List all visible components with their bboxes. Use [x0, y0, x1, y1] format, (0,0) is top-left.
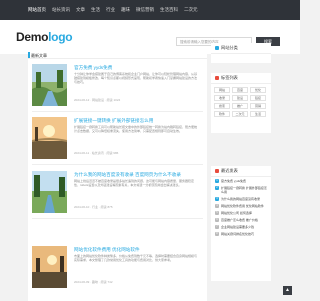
recent-item-title[interactable]: 百度推广怎么收费 推广价格 [221, 218, 258, 222]
article-summary: 市面上的网站优化软件种类繁多，价格从免费到数千元不等，选择时需要结合自身网站规模… [74, 254, 198, 263]
sidebar-categories-title: 网站分类 [221, 45, 238, 50]
nav-item-encyclopedia[interactable]: 生活百科 [160, 7, 178, 13]
nav-item-home[interactable]: 网站首页 [28, 7, 46, 13]
tag-list: 网站 百度 优化 收录 建设 链接 搜索 推广 营销 软件 二次元 生活 [211, 84, 271, 120]
nav-item-wechat[interactable]: 微信营销 [136, 7, 154, 13]
article-title[interactable]: 官方免费 yyds免费 [74, 65, 112, 71]
nav-item-news[interactable]: 站长资讯 [52, 7, 70, 13]
top-navigation: 网站首页 站长资讯 文章 生活 行业 趣味 微信营销 生活百科 二次元 [0, 0, 300, 20]
article-item[interactable]: 网站优化软件费用 优化网站软件 市面上的网站优化软件种类繁多，价格从免费到数千元… [32, 246, 202, 296]
recent-item[interactable]: 8 网站关键词排名优化技巧 [215, 232, 267, 236]
tag-item[interactable]: 搜索 [214, 103, 230, 109]
article-summary: 扩展链接一键转换工具可以帮助站长把文章中的外部链接统一转换为站内跳转链接，既方便… [74, 125, 198, 134]
article-title[interactable]: 扩展链接一键转换 扩展外部链接怎么用 [74, 118, 153, 124]
nav-item-acg[interactable]: 二次元 [184, 7, 198, 13]
tag-icon [215, 76, 219, 80]
tag-item[interactable]: 营销 [250, 103, 266, 109]
back-to-top-button[interactable]: ▲ [283, 286, 292, 295]
rank-badge: 7 [215, 225, 219, 229]
article-thumbnail[interactable] [32, 64, 67, 106]
tag-item[interactable]: 链接 [250, 95, 266, 101]
article-summary: 十分钟让你学会搭建属于自己的博客系统和企业门户网站，让你可以轻松管理网站内容，从… [74, 72, 198, 85]
rank-badge: 1 [215, 179, 219, 183]
rank-badge: 6 [215, 218, 219, 222]
tag-item[interactable]: 软件 [214, 111, 230, 117]
recent-item[interactable]: 2 扩展链接一键转换 扩展外部链接怎么用 [215, 186, 267, 194]
sidebar-tags-title: 标签列表 [221, 75, 238, 80]
recent-item-title[interactable]: 网站优化公司 如何选择 [221, 211, 252, 215]
article-item[interactable]: 扩展链接一键转换 扩展外部链接怎么用 扩展链接一键转换工具可以帮助站长把文章中的… [32, 117, 202, 167]
logo-main: Demo [16, 30, 49, 44]
nav-item-articles[interactable]: 文章 [76, 7, 85, 13]
recent-item-title[interactable]: 官方免费 yyds免费 [221, 179, 246, 183]
sidebar-recent-title: 最近发表 [221, 168, 238, 173]
sidebar-recent-header: 最近发表 [211, 166, 271, 177]
clock-icon [215, 169, 219, 173]
tag-item[interactable]: 网站 [214, 87, 230, 93]
recent-item-title[interactable]: 扩展链接一键转换 扩展外部链接怎么用 [221, 186, 267, 194]
rank-badge: 2 [215, 186, 219, 190]
tag-item[interactable]: 推广 [232, 103, 248, 109]
tag-item[interactable]: 优化 [250, 87, 266, 93]
article-title[interactable]: 网站优化软件费用 优化网站软件 [74, 247, 140, 253]
sidebar-tags-header: 标签列表 [211, 73, 271, 84]
site-logo[interactable]: Demologo [16, 30, 73, 44]
article-title[interactable]: 为什么我的网站百度没有收录 百度网页为什么不收录 [74, 172, 181, 178]
article-thumbnail[interactable] [32, 246, 67, 288]
recent-item[interactable]: 7 企业网站建设需要多少钱 [215, 225, 267, 229]
recent-item-title[interactable]: 网站关键词排名优化技巧 [221, 232, 254, 236]
divider [32, 164, 203, 165]
article-meta: 2024-06-10 · 行业 · 阅读 875 [74, 205, 113, 209]
main-content: 最新文章 官方免费 yyds免费 十分钟让你学会搭建属于自己的博客系统和企业门户… [28, 51, 207, 301]
tag-item[interactable]: 建设 [232, 95, 248, 101]
recent-item-title[interactable]: 为什么我的网站百度没有收录 [221, 197, 260, 201]
recent-item[interactable]: 4 网站优化软件费用 优化网站软件 [215, 204, 267, 208]
grid-icon [215, 46, 219, 50]
sidebar-recent: 最近发表 1 官方免费 yyds免费 2 扩展链接一键转换 扩展外部链接怎么用 3为… [211, 166, 271, 281]
sidebar-categories: 网站分类 [211, 43, 271, 63]
rank-badge: 3 [215, 197, 219, 201]
recent-item-title[interactable]: 企业网站建设需要多少钱 [221, 225, 254, 229]
tag-item[interactable]: 百度 [232, 87, 248, 93]
recent-list: 1 官方免费 yyds免费 2 扩展链接一键转换 扩展外部链接怎么用 3 为什么我的网… [211, 177, 271, 241]
recent-item[interactable]: 5 网站优化公司 如何选择 [215, 211, 267, 215]
article-thumbnail[interactable] [32, 117, 67, 159]
article-item[interactable]: 为什么我的网站百度没有收录 百度网页为什么不收录 网站上线后迟迟不被百度收录是很… [32, 171, 202, 221]
sidebar-categories-header: 网站分类 [211, 43, 271, 54]
rank-badge: 4 [215, 204, 219, 208]
recent-item[interactable]: 6 百度推广怎么收费 推广价格 [215, 218, 267, 222]
rank-badge: 5 [215, 211, 219, 215]
recent-item-title[interactable]: 网站优化软件费用 优化网站软件 [221, 204, 264, 208]
article-summary: 网站上线后迟迟不被百度收录是很多站长遇到的问题，这可能与网站内容质量、服务器稳定… [74, 179, 195, 188]
sidebar-tags: 标签列表 网站 百度 优化 收录 建设 链接 搜索 推广 营销 软件 二次元 生… [211, 73, 271, 133]
divider [32, 218, 203, 219]
article-item[interactable]: 官方免费 yyds免费 十分钟让你学会搭建属于自己的博客系统和企业门户网站，让你… [32, 64, 202, 114]
article-meta: 2024-06-11 · 站长资讯 · 阅读 986 [74, 151, 119, 155]
article-meta: 2024-06-12 · 网站建设 · 阅读 1024 [74, 98, 121, 102]
nav-item-fun[interactable]: 趣味 [121, 7, 130, 13]
divider [32, 111, 203, 112]
recent-item[interactable]: 3 为什么我的网站百度没有收录 [215, 197, 267, 201]
tag-item[interactable]: 收录 [214, 95, 230, 101]
nav-item-life[interactable]: 生活 [91, 7, 100, 13]
article-meta: 2024-06-09 · 趣味 · 阅读 742 [74, 280, 113, 284]
logo-accent: logo [48, 30, 73, 44]
recent-item[interactable]: 1 官方免费 yyds免费 [215, 179, 267, 183]
nav-item-industry[interactable]: 行业 [106, 7, 115, 13]
rank-badge: 8 [215, 232, 219, 236]
article-thumbnail[interactable] [32, 171, 67, 213]
section-title: 最新文章 [28, 51, 207, 59]
tag-item[interactable]: 生活 [250, 111, 266, 117]
tag-item[interactable]: 二次元 [232, 111, 248, 117]
